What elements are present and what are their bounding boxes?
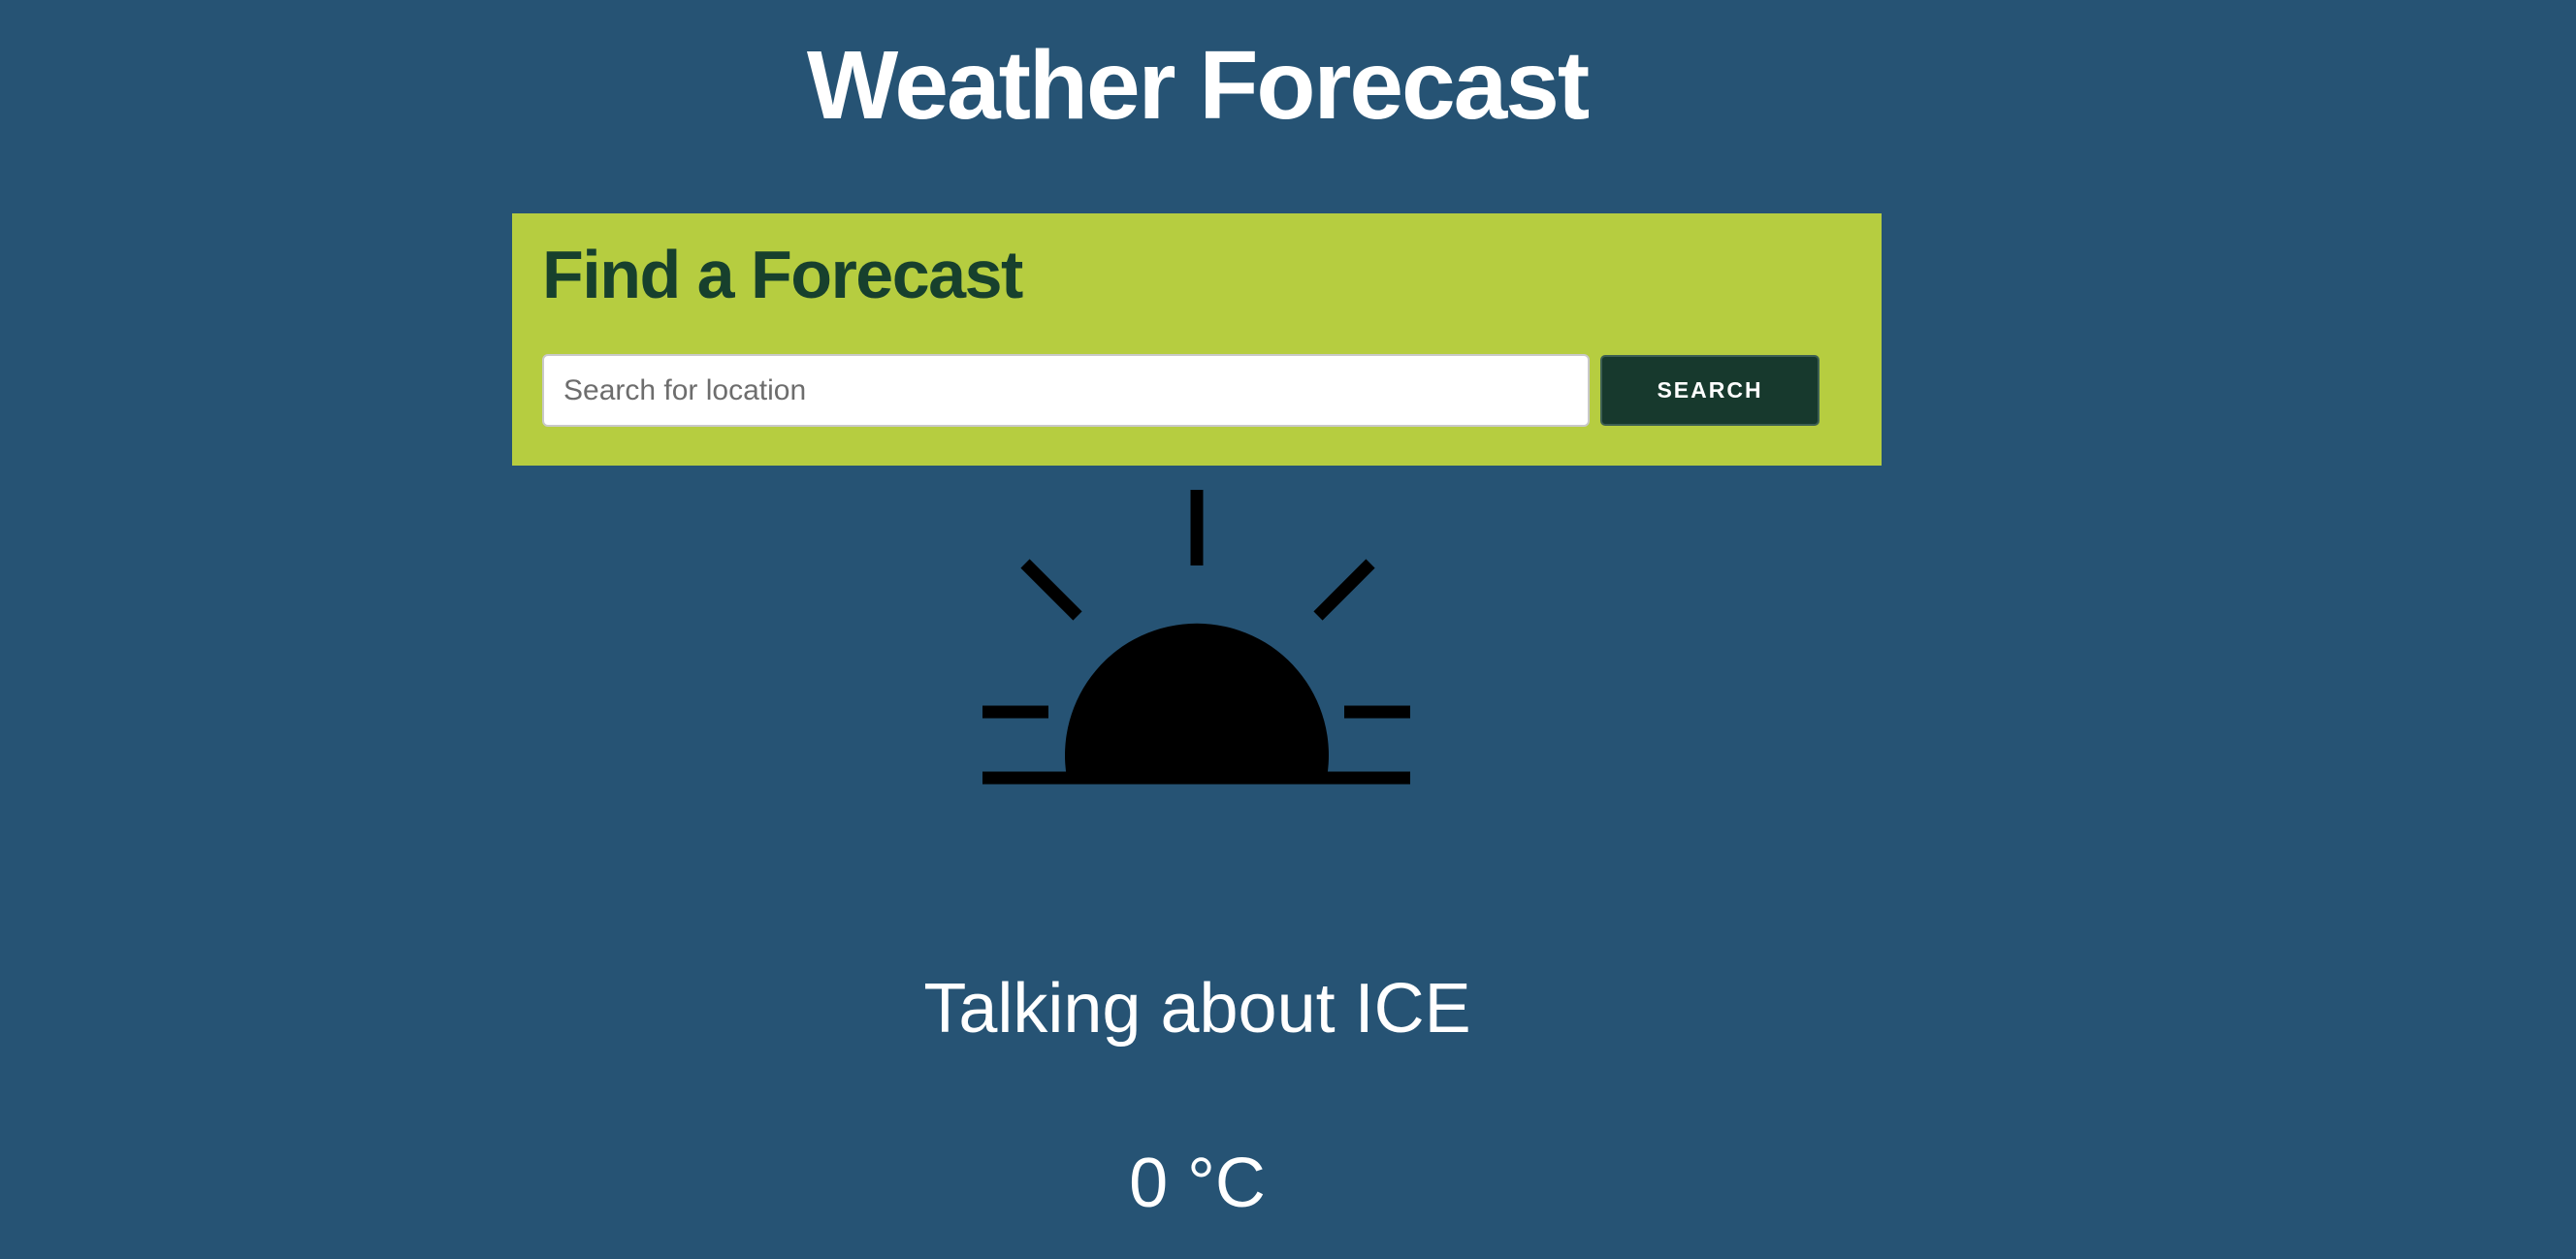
- sunrise-icon: [982, 490, 1410, 785]
- search-panel: Find a Forecast SEARCH: [512, 213, 1882, 466]
- page-title: Weather Forecast: [806, 31, 1590, 140]
- weather-condition: Talking about ICE: [923, 970, 1471, 1048]
- temperature-value: 0 °C: [1129, 1145, 1266, 1222]
- search-input[interactable]: [542, 354, 1590, 427]
- search-button[interactable]: SEARCH: [1600, 355, 1819, 426]
- search-panel-heading: Find a Forecast: [542, 237, 1023, 312]
